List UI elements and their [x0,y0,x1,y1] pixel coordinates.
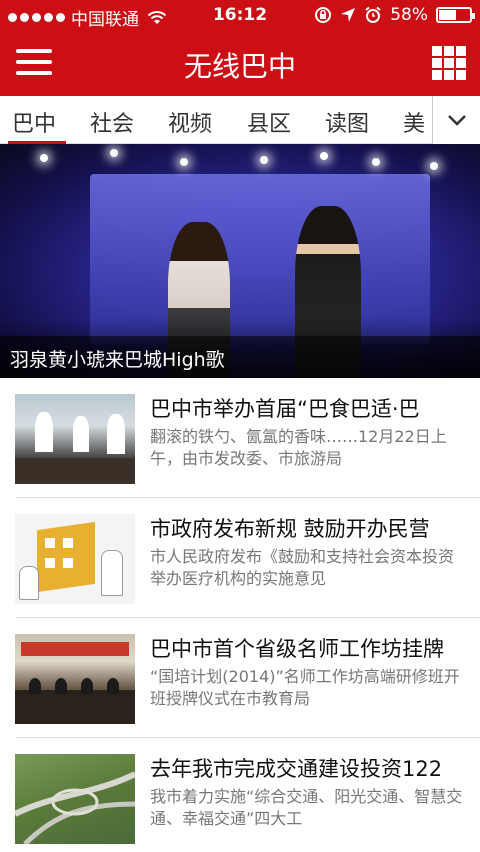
news-summary: 市人民政府发布《鼓励和支持社会资本投资举办医疗机构的实施意见 [150,547,455,588]
battery-icon [436,7,475,23]
news-summary: 翻滚的铁勺、氤氲的香味……12月22日上午，由市发改委、市旅游局 [150,427,447,468]
hero-caption-text: 羽泉黄小琥来巴城High歌 [10,349,225,371]
news-title: 巴中市举办首届“巴食巴适·巴 [150,397,420,421]
news-item[interactable]: 市政府发布新规 鼓励开办民营 市人民政府发布《鼓励和支持社会资本投资举办医疗机构… [0,498,480,618]
status-right: 58% [314,5,475,25]
app-header: 无线巴中 [0,30,480,96]
tab-photos[interactable]: 读图 [325,106,369,138]
battery-fill [439,10,456,20]
news-summary: 我市着力实施“综合交通、阳光交通、智慧交通、幸福交通”四大工 [150,787,463,828]
app-title: 无线巴中 [183,50,296,83]
stage-light [260,156,268,164]
tab-video[interactable]: 视频 [168,106,212,138]
news-title: 巴中市首个省级名师工作坊挂牌 [150,637,444,661]
meeting-room-thumbnail [15,634,135,724]
rotation-lock-icon [315,7,332,23]
highway-interchange-thumbnail [15,754,135,844]
location-arrow-icon [341,8,356,22]
app-grid-icon[interactable] [432,46,466,80]
stage-light [372,158,380,166]
news-title: 市政府发布新规 鼓励开办民营 [150,517,430,541]
news-item[interactable]: 巴中市举办首届“巴食巴适·巴 翻滚的铁勺、氤氲的香味……12月22日上午，由市发… [0,378,480,498]
stage-light [430,162,438,170]
news-title: 去年我市完成交通建设投资122 [150,757,443,781]
news-summary: “国培计划(2014)”名师工作坊高端研修班开班授牌仪式在市教育局 [150,667,460,708]
highway-shape [15,771,135,844]
chefs-cooking-thumbnail [15,394,135,484]
alarm-clock-icon [365,6,381,23]
tab-county[interactable]: 县区 [247,106,291,138]
chevron-down-icon [447,115,466,126]
tab-bazhong[interactable]: 巴中 [12,106,56,138]
stage-light [320,152,328,160]
hero-caption: 羽泉黄小琥来巴城High歌 [0,336,480,378]
category-tabs: 巴中 社会 视频 县区 读图 美 [0,96,480,144]
news-item[interactable]: 巴中市首个省级名师工作坊挂牌 “国培计划(2014)”名师工作坊高端研修班开班授… [0,618,480,738]
battery-percent: 58% [390,5,428,25]
stage-light [40,154,48,162]
tab-society[interactable]: 社会 [90,106,134,138]
tab-beauty[interactable]: 美 [403,106,425,138]
status-bar: 中国联通 16:12 58% [0,0,480,30]
more-tabs-button[interactable] [432,96,480,144]
stage-light [180,158,188,166]
hospital-cartoon-thumbnail [15,514,135,604]
stage-light [110,149,118,157]
news-item[interactable]: 去年我市完成交通建设投资122 我市着力实施“综合交通、阳光交通、智慧交通、幸福… [0,738,480,852]
